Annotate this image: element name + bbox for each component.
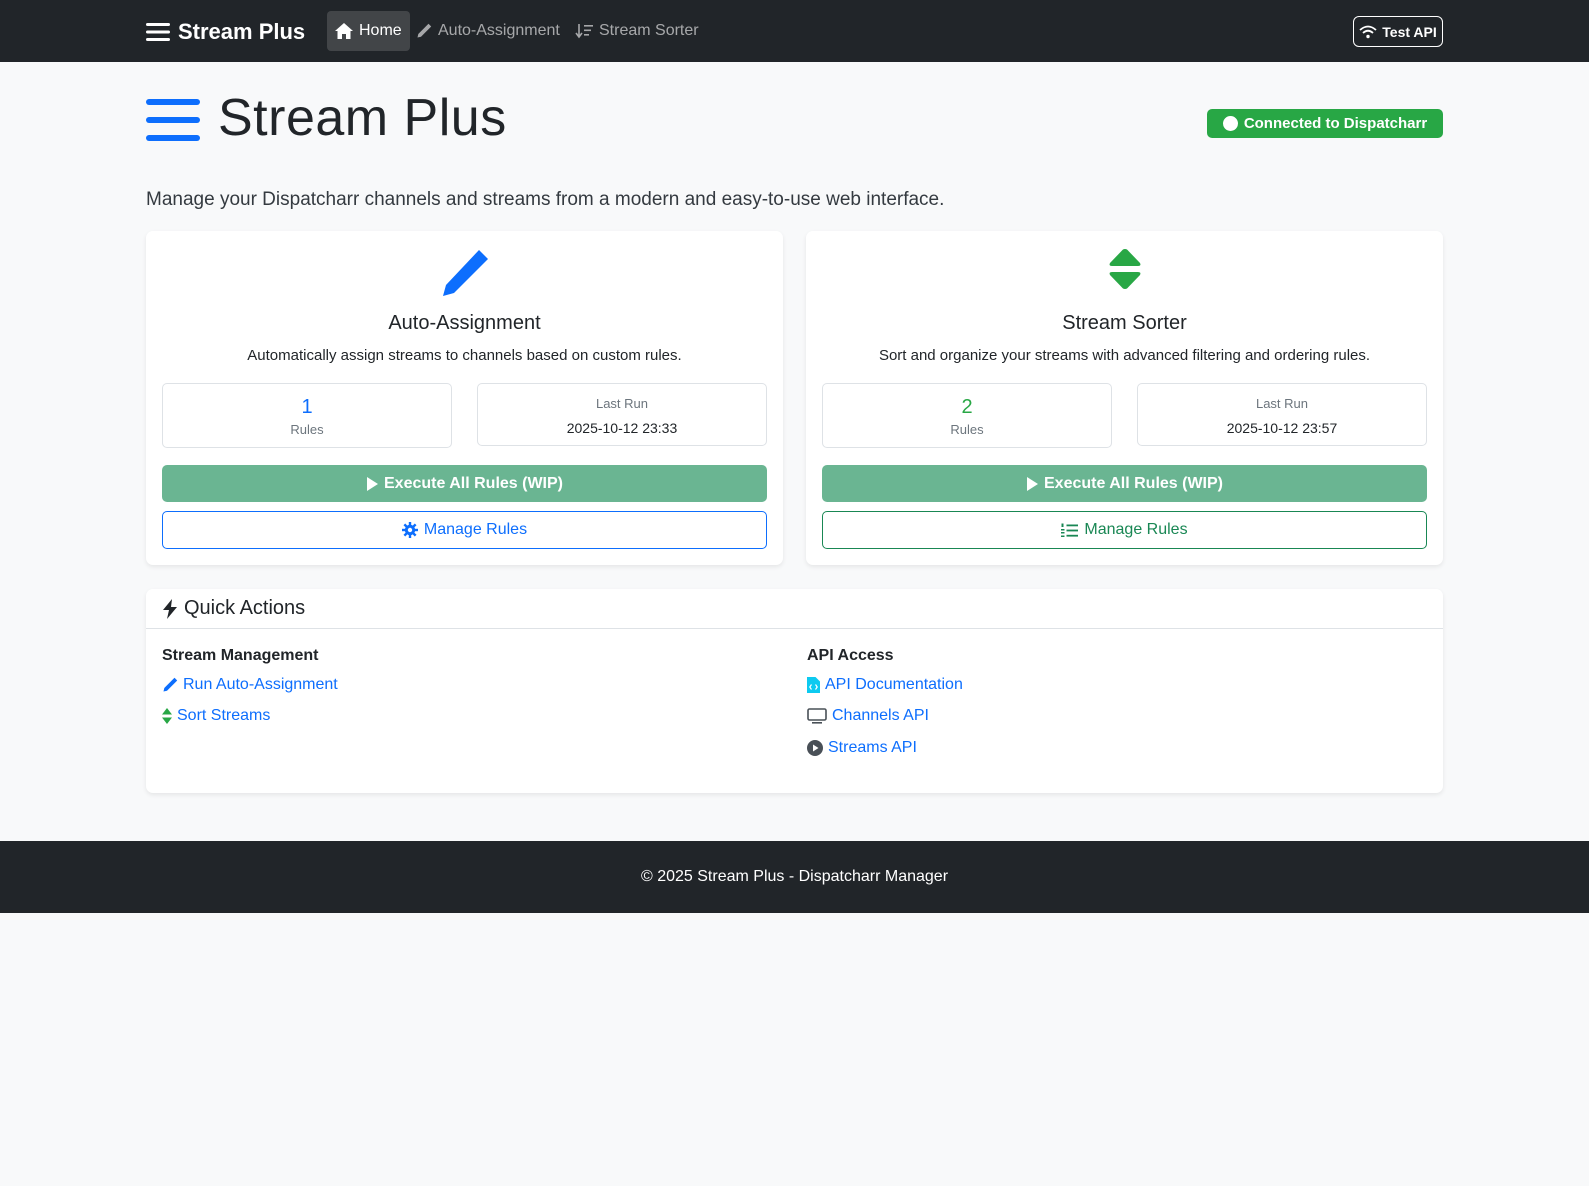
gear-icon	[401, 522, 418, 538]
sort-icon	[575, 24, 593, 39]
last-run-stat: Last Run 2025-10-12 23:33	[477, 383, 767, 446]
sort-arrows-icon	[162, 708, 172, 724]
api-documentation-link[interactable]: API Documentation	[807, 676, 963, 694]
sort-streams-link[interactable]: Sort Streams	[162, 707, 270, 725]
manage-label: Manage Rules	[1084, 521, 1188, 538]
test-api-label: Test API	[1382, 23, 1437, 40]
pencil-icon	[163, 677, 178, 692]
card-icon-wrap	[806, 247, 1443, 291]
status-badge: Connected to Dispatcharr	[1207, 109, 1443, 138]
status-dot-icon	[1222, 116, 1238, 131]
play-icon	[367, 476, 378, 491]
pencil-icon	[442, 250, 488, 296]
code-file-icon	[807, 677, 820, 693]
card-icon-wrap	[146, 247, 783, 299]
wifi-icon	[1359, 25, 1377, 38]
card-description: Sort and organize your streams with adva…	[878, 347, 1371, 364]
execute-label: Execute All Rules (WIP)	[1044, 474, 1223, 492]
home-icon	[335, 23, 353, 39]
channels-api-link[interactable]: Channels API	[807, 707, 929, 725]
execute-all-rules-button[interactable]: Execute All Rules (WIP)	[822, 465, 1427, 502]
stream-sorter-card: Stream Sorter Sort and organize your str…	[806, 231, 1443, 565]
footer-text: © 2025 Stream Plus - Dispatcharr Manager	[640, 868, 949, 885]
execute-all-rules-button[interactable]: Execute All Rules (WIP)	[162, 465, 767, 502]
manage-label: Manage Rules	[423, 521, 528, 538]
nav-home[interactable]: Home	[327, 11, 410, 51]
quick-actions-card: Quick Actions Stream Management Run Auto…	[146, 589, 1443, 793]
manage-rules-button[interactable]: Manage Rules	[162, 511, 767, 549]
page-title: Stream Plus	[218, 89, 507, 147]
pencil-icon	[417, 23, 432, 38]
api-access-title: API Access	[807, 647, 894, 664]
play-icon	[1027, 476, 1038, 491]
card-description: Automatically assign streams to channels…	[247, 347, 682, 364]
hamburger-icon	[146, 99, 200, 141]
last-run-stat: Last Run 2025-10-12 23:57	[1137, 383, 1427, 446]
brand[interactable]: Stream Plus	[146, 17, 305, 47]
card-title: Auto-Assignment	[388, 312, 541, 334]
rules-count: 1	[301, 396, 313, 418]
test-api-button[interactable]: Test API	[1353, 16, 1443, 47]
last-run-value: 2025-10-12 23:33	[566, 420, 678, 436]
ordered-list-icon	[1061, 523, 1079, 537]
channels-api-label: Channels API	[832, 707, 929, 724]
nav-stream-sorter[interactable]: Stream Sorter	[567, 11, 707, 51]
streams-api-link[interactable]: Streams API	[807, 739, 917, 757]
brand-label: Stream Plus	[178, 19, 306, 44]
lightning-icon	[163, 598, 177, 619]
nav-auto-assignment-label: Auto-Assignment	[438, 22, 560, 39]
rules-label: Rules	[950, 422, 984, 437]
execute-label: Execute All Rules (WIP)	[384, 474, 563, 492]
footer: © 2025 Stream Plus - Dispatcharr Manager	[0, 841, 1589, 913]
play-circle-icon	[807, 740, 823, 756]
last-run-label: Last Run	[595, 396, 649, 411]
rules-stat: 2 Rules	[822, 383, 1112, 448]
last-run-label: Last Run	[1255, 396, 1309, 411]
quick-actions-title: Quick Actions	[184, 597, 306, 619]
sort-arrows-icon	[1109, 249, 1140, 289]
status-label: Connected to Dispatcharr	[1243, 115, 1428, 132]
nav-home-label: Home	[359, 22, 402, 39]
run-auto-assignment-link[interactable]: Run Auto-Assignment	[162, 676, 338, 694]
page-lead: Manage your Dispatcharr channels and str…	[146, 189, 945, 210]
rules-stat: 1 Rules	[162, 383, 452, 448]
hamburger-icon	[146, 23, 170, 41]
auto-assignment-card: Auto-Assignment Automatically assign str…	[146, 231, 783, 565]
api-documentation-label: API Documentation	[825, 676, 963, 693]
quick-actions-header: Quick Actions	[146, 589, 1443, 629]
last-run-value: 2025-10-12 23:57	[1226, 420, 1338, 436]
sort-streams-label: Sort Streams	[177, 707, 271, 724]
streams-api-label: Streams API	[828, 739, 917, 756]
run-auto-assignment-label: Run Auto-Assignment	[183, 676, 338, 693]
stream-management-title: Stream Management	[162, 647, 319, 664]
navbar: Stream Plus Home Auto-Assignment Stream …	[0, 0, 1589, 62]
rules-label: Rules	[290, 422, 324, 437]
manage-rules-button[interactable]: Manage Rules	[822, 511, 1427, 549]
rules-count: 2	[961, 396, 973, 418]
nav-auto-assignment[interactable]: Auto-Assignment	[408, 11, 568, 51]
monitor-icon	[807, 708, 827, 724]
nav-stream-sorter-label: Stream Sorter	[599, 22, 699, 39]
card-title: Stream Sorter	[1062, 312, 1187, 334]
